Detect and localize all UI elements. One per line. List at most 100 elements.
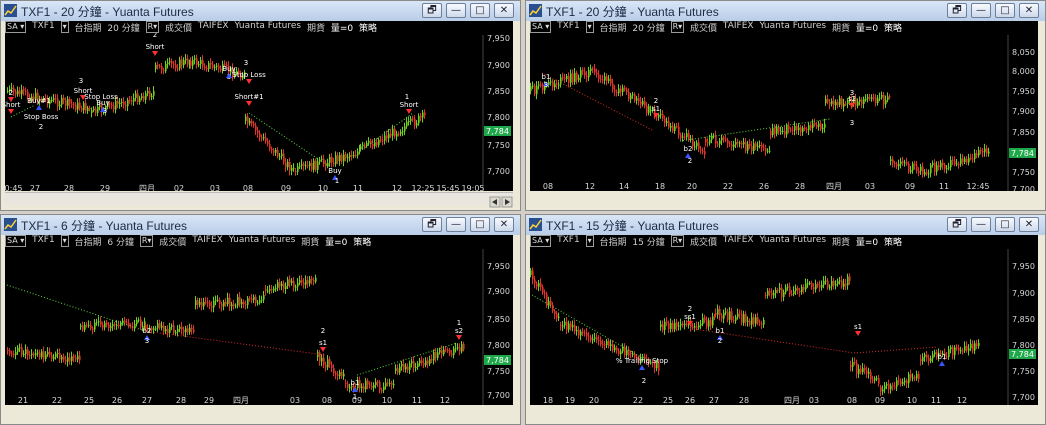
date-tick-label: 14	[619, 182, 629, 191]
candle-body	[363, 386, 365, 390]
title-bar[interactable]: TXF1 - 20 分鐘 - Yuanta Futures 🗗 — □ ✕	[526, 1, 1045, 21]
candle-body	[341, 154, 343, 162]
sa-dropdown[interactable]: SA ▾	[530, 21, 552, 33]
candle-body	[71, 103, 73, 105]
candle-body	[397, 368, 399, 373]
maximize-button[interactable]: □	[470, 217, 490, 232]
title-bar[interactable]: TXF1 - 15 分鐘 - Yuanta Futures 🗗 — □ ✕	[526, 215, 1045, 235]
price-chart-canvas[interactable]: 7,950 7,900 7,850 7,800 7,750 7,700 7,784 18 19 2…	[530, 235, 1038, 405]
candle-body	[747, 143, 749, 151]
candle-body	[112, 324, 114, 327]
close-button[interactable]: ✕	[1019, 3, 1039, 18]
candle-body	[809, 283, 811, 285]
candle-body	[753, 317, 755, 324]
candle-body	[349, 387, 351, 389]
restore-button[interactable]: 🗗	[947, 3, 967, 18]
candle-body	[374, 141, 376, 147]
candle-body	[612, 344, 614, 351]
quote-dropdown[interactable]: R▾	[670, 235, 685, 247]
candle-body	[747, 320, 749, 323]
candle-body	[411, 361, 413, 364]
candle-body	[608, 78, 610, 81]
date-tick-label: 27	[709, 396, 719, 405]
contract-dropdown[interactable]: ▾	[60, 235, 69, 247]
candle-body	[578, 77, 580, 80]
price-chart-canvas[interactable]: 8,0508,0007,9507,9007,8507,8007,7507,700…	[530, 21, 1038, 194]
candle-body	[664, 118, 666, 124]
candle-body	[544, 292, 546, 295]
horizontal-scrollbar[interactable]	[5, 192, 513, 208]
candle-body	[29, 354, 31, 356]
candle-body	[153, 328, 155, 330]
maximize-button[interactable]: □	[995, 217, 1015, 232]
restore-button[interactable]: 🗗	[422, 3, 442, 18]
sa-dropdown[interactable]: SA ▾	[530, 235, 552, 247]
restore-button[interactable]: 🗗	[947, 217, 967, 232]
quote-dropdown[interactable]: R▾	[139, 235, 154, 247]
close-button[interactable]: ✕	[1019, 217, 1039, 232]
candle-body	[259, 133, 261, 138]
minimize-button[interactable]: —	[971, 3, 991, 18]
candle-body	[676, 322, 678, 327]
quote-dropdown[interactable]: R▾	[145, 21, 160, 33]
contract-dropdown[interactable]: ▾	[585, 235, 594, 247]
price-chart-canvas[interactable]: 7,9507,9007,8507,8007,7507,7007,78421 22 2…	[5, 235, 513, 405]
strategy-label[interactable]: 策略	[884, 21, 902, 34]
candle-body	[321, 357, 323, 362]
candle-body	[153, 90, 155, 96]
candle-body	[532, 85, 534, 87]
maximize-button[interactable]: □	[470, 3, 490, 18]
candle-body	[51, 99, 53, 101]
candle-body	[227, 297, 229, 305]
signal-label: 2	[39, 123, 43, 131]
sa-dropdown[interactable]: SA ▾	[5, 21, 27, 33]
price-chart[interactable]: 8,0508,0007,9507,9007,8507,8007,7507,700…	[530, 21, 1038, 194]
minimize-button[interactable]: —	[446, 3, 466, 18]
candle-body	[135, 93, 137, 99]
title-bar[interactable]: TXF1 - 20 分鐘 - Yuanta Futures 🗗 — □ ✕	[1, 1, 520, 21]
candle-body	[658, 114, 660, 118]
candle-body	[890, 385, 892, 390]
price-tick-label: 7,700	[487, 167, 510, 176]
sa-dropdown[interactable]: SA ▾	[5, 235, 27, 247]
candle-body	[686, 133, 688, 138]
candle-body	[833, 100, 835, 106]
last-price-label: 7,784	[486, 127, 509, 136]
title-bar[interactable]: TXF1 - 6 分鐘 - Yuanta Futures 🗗 — □ ✕	[1, 215, 520, 235]
price-chart-canvas[interactable]: 7,950 7,900 7,850 7,800 7,750 7,700 7,784 10:45…	[1, 21, 513, 193]
candle-body	[868, 372, 870, 374]
candle-body	[117, 100, 119, 105]
candle-body	[700, 324, 702, 326]
candle-body	[9, 350, 11, 354]
candle-body	[604, 76, 606, 81]
strategy-label[interactable]: 策略	[353, 235, 371, 248]
quote-dropdown[interactable]: R▾	[670, 21, 685, 33]
candle-body	[548, 82, 550, 85]
price-tick-label: 7,800	[1012, 341, 1035, 350]
candle-body	[355, 155, 357, 157]
price-chart[interactable]: 7,950 7,900 7,850 7,800 7,750 7,700 7,784 21 22 2…	[5, 235, 513, 405]
strategy-label[interactable]: 策略	[359, 21, 377, 34]
candle-body	[898, 164, 900, 167]
candle-body	[778, 126, 780, 132]
minimize-button[interactable]: —	[446, 217, 466, 232]
close-button[interactable]: ✕	[494, 217, 514, 232]
minimize-button[interactable]: —	[971, 217, 991, 232]
contract-dropdown[interactable]: ▾	[585, 21, 594, 33]
scrollbar-arrows[interactable]	[5, 196, 513, 208]
symbol-label: TXF1	[32, 235, 55, 245]
price-chart[interactable]: 7,950 7,900 7,850 7,800 7,750 7,700 7,784 18 19 2…	[530, 235, 1038, 405]
candle-body	[387, 382, 389, 384]
close-button[interactable]: ✕	[494, 3, 514, 18]
maximize-button[interactable]: □	[995, 3, 1015, 18]
candle-body	[124, 320, 126, 323]
restore-button[interactable]: 🗗	[422, 217, 442, 232]
price-chart[interactable]: 7,950 7,900 7,850 7,800 7,750 7,700 7,784 10:45…	[1, 21, 513, 193]
candle-body	[307, 280, 309, 284]
strategy-label[interactable]: 策略	[884, 235, 902, 248]
contract-dropdown[interactable]: ▾	[60, 21, 69, 33]
candle-body	[843, 283, 845, 287]
candle-body	[741, 314, 743, 323]
candle-body	[121, 101, 123, 103]
candle-body	[383, 386, 385, 391]
